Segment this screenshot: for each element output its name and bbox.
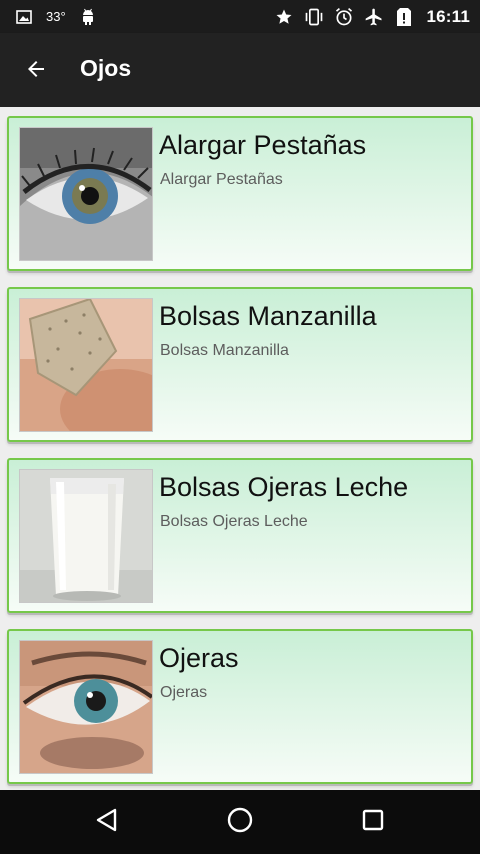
clock-text: 16:11 (426, 6, 470, 26)
arrow-back-icon (24, 57, 48, 86)
remedy-list[interactable]: Alargar Pestañas Alargar Pestañas Bolsas… (0, 107, 480, 790)
item-subtitle: Bolsas Manzanilla (160, 342, 289, 359)
item-subtitle: Ojeras (160, 684, 208, 701)
no-sim-icon (394, 7, 414, 27)
status-right: 16:11 (274, 0, 470, 33)
item-title: Bolsas Ojeras Leche (159, 472, 409, 502)
android-icon (78, 7, 98, 27)
item-title: Ojeras (159, 643, 239, 673)
nav-home-button[interactable] (222, 804, 258, 840)
status-left: 33° (14, 0, 98, 33)
app-toolbar: Ojos (0, 33, 480, 107)
nav-recents-button[interactable] (355, 804, 391, 840)
item-title: Bolsas Manzanilla (159, 301, 377, 331)
home-circle-icon (226, 806, 254, 839)
tea-bag-photo (19, 298, 153, 432)
nav-back-button[interactable] (89, 804, 125, 840)
system-nav-bar (0, 790, 480, 854)
back-button[interactable] (18, 53, 54, 89)
list-item[interactable]: Bolsas Manzanilla Bolsas Manzanilla (7, 287, 473, 442)
airplane-mode-icon (364, 7, 384, 27)
list-item[interactable]: Alargar Pestañas Alargar Pestañas (7, 116, 473, 271)
star-icon (274, 7, 294, 27)
page-title: Ojos (80, 55, 132, 81)
item-subtitle: Bolsas Ojeras Leche (160, 513, 308, 530)
glass-of-milk-photo (19, 469, 153, 603)
item-subtitle: Alargar Pestañas (160, 171, 283, 188)
vibrate-icon (304, 7, 324, 27)
list-item[interactable]: Bolsas Ojeras Leche Bolsas Ojeras Leche (7, 458, 473, 613)
image-icon (14, 7, 34, 27)
alarm-icon (334, 7, 354, 27)
eye-closeup-photo (19, 127, 153, 261)
item-title: Alargar Pestañas (159, 130, 367, 160)
status-bar: 33° 16:11 (0, 0, 480, 33)
recents-square-icon (361, 808, 385, 837)
eye-dark-circles-photo (19, 640, 153, 774)
temperature-text: 33° (46, 9, 66, 24)
list-item[interactable]: Ojeras Ojeras (7, 629, 473, 784)
back-triangle-icon (94, 807, 120, 838)
